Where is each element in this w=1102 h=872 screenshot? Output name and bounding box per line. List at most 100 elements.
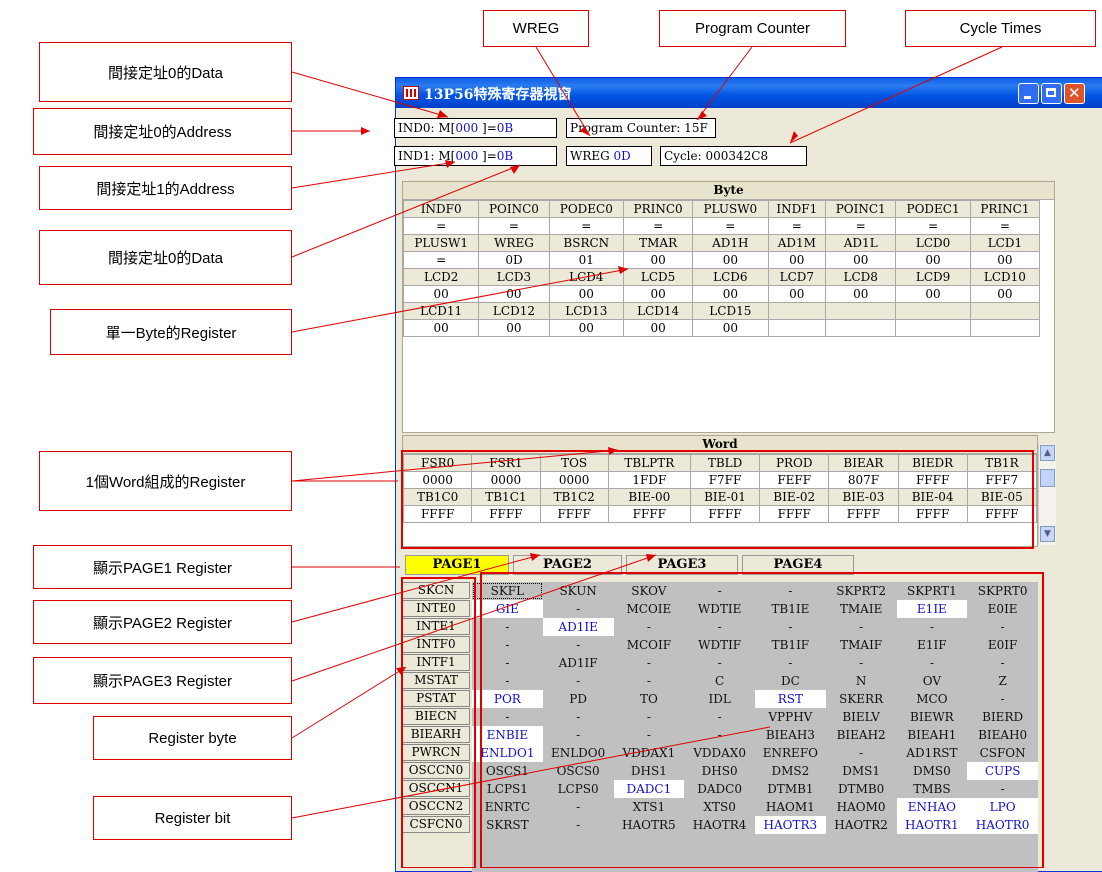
scroll-up-arrow-icon[interactable]: ▲ — [1040, 445, 1055, 461]
register-bit-cell[interactable]: ENRTC — [472, 798, 543, 816]
register-bit-cell[interactable]: BIELV — [826, 708, 897, 726]
register-bit-cell[interactable]: HAOTR4 — [684, 816, 755, 834]
register-bit-cell[interactable]: HAOTR5 — [614, 816, 685, 834]
register-bit-cell[interactable]: WDTIF — [684, 636, 755, 654]
register-bit-cell[interactable]: HAOTR2 — [826, 816, 897, 834]
register-bit-cell[interactable]: ENREFO — [755, 744, 826, 762]
register-bit-cell[interactable]: OSCS1 — [472, 762, 543, 780]
register-bit-cell[interactable]: - — [684, 726, 755, 744]
minimize-button[interactable] — [1018, 83, 1039, 104]
word-scrollbar[interactable]: ▲ ▼ — [1038, 444, 1056, 545]
tab-page4[interactable]: PAGE4 — [742, 555, 854, 575]
register-bit-cell[interactable]: - — [543, 798, 614, 816]
register-byte-button[interactable]: INTE0 — [402, 600, 470, 617]
register-bit-cell[interactable]: ENLDO0 — [543, 744, 614, 762]
register-bit-cell[interactable]: DTMB1 — [755, 780, 826, 798]
register-bit-cell[interactable]: SKRST — [472, 816, 543, 834]
register-bit-cell[interactable]: - — [614, 672, 685, 690]
register-bit-cell[interactable]: - — [472, 618, 543, 636]
register-bit-cell[interactable]: - — [826, 744, 897, 762]
register-bit-cell[interactable]: - — [472, 708, 543, 726]
register-bit-cell[interactable]: HAOM1 — [755, 798, 826, 816]
register-bit-cell[interactable]: - — [897, 618, 968, 636]
register-bit-cell[interactable]: - — [543, 726, 614, 744]
register-bit-cell[interactable]: - — [543, 636, 614, 654]
register-bit-cell[interactable]: BIERD — [967, 708, 1038, 726]
register-byte-button[interactable]: INTE1 — [402, 618, 470, 635]
register-byte-button[interactable]: OSCCN1 — [402, 780, 470, 797]
register-bit-cell[interactable]: WDTIE — [684, 600, 755, 618]
register-bit-cell[interactable]: XTS0 — [684, 798, 755, 816]
register-byte-button[interactable]: OSCCN2 — [402, 798, 470, 815]
register-bit-cell[interactable]: - — [826, 654, 897, 672]
register-bit-cell[interactable]: LCPS1 — [472, 780, 543, 798]
register-bit-cell[interactable]: - — [755, 618, 826, 636]
register-bit-cell[interactable]: - — [472, 672, 543, 690]
scroll-thumb[interactable] — [1040, 469, 1055, 487]
register-bit-cell[interactable]: N — [826, 672, 897, 690]
register-bit-cell[interactable]: IDL — [684, 690, 755, 708]
register-bit-cell[interactable]: - — [755, 582, 826, 600]
register-bit-cell[interactable]: - — [755, 654, 826, 672]
tab-page1[interactable]: PAGE1 — [405, 555, 509, 575]
register-bit-cell[interactable]: - — [967, 690, 1038, 708]
register-bit-cell[interactable]: DHS0 — [684, 762, 755, 780]
register-byte-button[interactable]: SKCN — [402, 582, 470, 599]
title-bar[interactable]: 13P56特殊寄存器視窗 — [396, 78, 1102, 108]
register-bit-cell[interactable]: - — [967, 654, 1038, 672]
register-bit-cell[interactable]: CUPS — [967, 762, 1038, 780]
register-bit-cell[interactable]: ENHAO — [896, 798, 968, 816]
register-bit-cell[interactable]: TMAIF — [826, 636, 897, 654]
register-bit-cell[interactable]: OSCS0 — [543, 762, 614, 780]
register-bit-cell[interactable]: HAOTR1 — [896, 816, 968, 834]
register-bit-cell[interactable]: HAOM0 — [826, 798, 897, 816]
register-bit-cell[interactable]: - — [543, 672, 614, 690]
register-bit-cell[interactable]: Z — [967, 672, 1038, 690]
register-bit-cell[interactable]: SKFL — [472, 582, 543, 600]
maximize-button[interactable] — [1041, 83, 1062, 104]
register-bit-cell[interactable]: TMAIE — [826, 600, 897, 618]
register-bit-cell[interactable]: DMS0 — [897, 762, 968, 780]
register-bit-cell[interactable]: E1IE — [896, 600, 968, 618]
register-bit-cell[interactable]: SKOV — [614, 582, 685, 600]
register-bit-cell[interactable]: DMS1 — [826, 762, 897, 780]
register-byte-button[interactable]: BIECN — [402, 708, 470, 725]
tab-page2[interactable]: PAGE2 — [513, 555, 622, 575]
register-bit-cell[interactable]: - — [967, 618, 1038, 636]
register-bit-cell[interactable]: TO — [614, 690, 685, 708]
register-bit-cell[interactable]: DMS2 — [755, 762, 826, 780]
register-bit-cell[interactable]: TB1IF — [755, 636, 826, 654]
register-bit-cell[interactable]: - — [684, 582, 755, 600]
register-bit-cell[interactable]: VPPHV — [755, 708, 826, 726]
register-bit-cell[interactable]: VDDAX0 — [684, 744, 755, 762]
register-bit-cell[interactable]: - — [614, 726, 685, 744]
register-bit-cell[interactable]: TMBS — [897, 780, 968, 798]
register-bit-cell[interactable]: - — [826, 618, 897, 636]
register-byte-button[interactable]: BIEARH — [402, 726, 470, 743]
register-bit-cell[interactable]: OV — [897, 672, 968, 690]
register-byte-button[interactable]: PWRCN — [402, 744, 470, 761]
register-bit-cell[interactable]: BIEWR — [897, 708, 968, 726]
register-bit-cell[interactable]: BIEAH1 — [897, 726, 968, 744]
register-bit-cell[interactable]: MCOIF — [614, 636, 685, 654]
register-bit-cell[interactable]: POR — [472, 690, 543, 708]
register-bit-cell[interactable]: DADC0 — [684, 780, 755, 798]
register-bit-cell[interactable]: LCPS0 — [543, 780, 614, 798]
register-bit-cell[interactable]: BIEAH2 — [826, 726, 897, 744]
register-bit-cell[interactable]: MCO — [897, 690, 968, 708]
register-byte-button[interactable]: INTF0 — [402, 636, 470, 653]
register-bit-cell[interactable]: VDDAX1 — [614, 744, 685, 762]
register-bit-cell[interactable]: - — [684, 708, 755, 726]
register-bit-cell[interactable]: - — [897, 654, 968, 672]
register-bit-cell[interactable]: - — [543, 600, 614, 618]
register-bit-cell[interactable]: C — [684, 672, 755, 690]
register-bit-cell[interactable]: ENBIE — [472, 726, 543, 744]
register-bit-cell[interactable]: - — [472, 654, 543, 672]
register-bit-cell[interactable]: AD1IF — [543, 654, 614, 672]
register-bit-cell[interactable]: CSFON — [967, 744, 1038, 762]
register-bit-cell[interactable]: HAOTR3 — [755, 816, 826, 834]
register-bit-cell[interactable]: MCOIE — [614, 600, 685, 618]
register-bit-cell[interactable]: RST — [755, 690, 826, 708]
register-bit-cell[interactable]: PD — [543, 690, 614, 708]
register-bit-cell[interactable]: AD1RST — [897, 744, 968, 762]
